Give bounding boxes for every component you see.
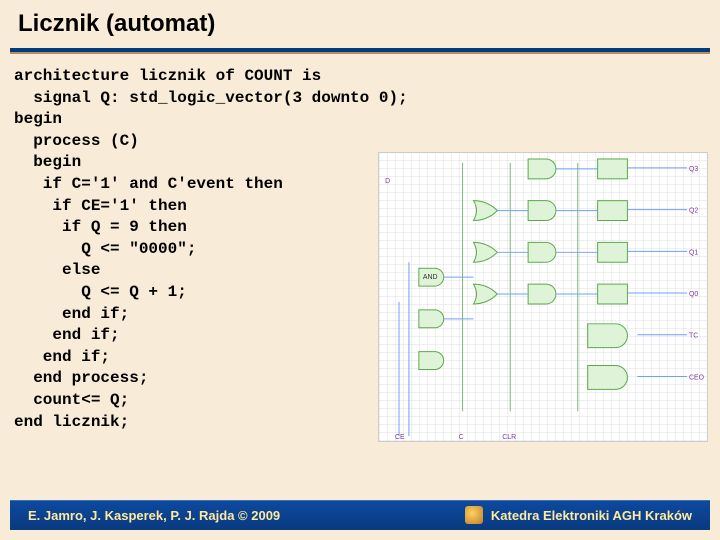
schematic-diagram: Q3 Q2 Q1 Q0 TC CEO	[378, 152, 708, 442]
net-label: Q1	[689, 249, 698, 256]
title-region: Licznik (automat)	[0, 0, 720, 42]
ff-block	[598, 159, 628, 304]
net-label: CEO	[689, 374, 705, 381]
gate	[528, 159, 556, 304]
net-label: Q0	[689, 291, 698, 298]
net-label: CLR	[502, 434, 516, 441]
net-label: Q3	[689, 166, 698, 173]
net-label: D	[385, 178, 390, 185]
gate	[588, 366, 628, 390]
footer-bar: E. Jamro, J. Kasperek, P. J. Rajda © 200…	[10, 500, 710, 530]
net-label: CE	[395, 434, 405, 441]
gate	[419, 352, 444, 370]
slide: Licznik (automat) architecture licznik o…	[0, 0, 720, 540]
footer-right: Katedra Elektroniki AGH Kraków	[465, 506, 692, 524]
slide-title: Licznik (automat)	[18, 10, 702, 38]
content-area: architecture licznik of COUNT is signal …	[0, 52, 720, 472]
net-label: TC	[689, 333, 698, 340]
footer-left: E. Jamro, J. Kasperek, P. J. Rajda © 200…	[28, 508, 280, 523]
gate	[588, 324, 628, 348]
footer-institution: Katedra Elektroniki AGH Kraków	[491, 508, 692, 523]
gate	[419, 310, 444, 328]
gate-label: AND	[423, 274, 438, 281]
net-label: C	[459, 434, 464, 441]
net-label: Q2	[689, 208, 698, 215]
footer-authors: E. Jamro, J. Kasperek, P. J. Rajda © 200…	[28, 508, 280, 523]
gate	[473, 201, 497, 304]
crest-icon	[465, 506, 483, 524]
